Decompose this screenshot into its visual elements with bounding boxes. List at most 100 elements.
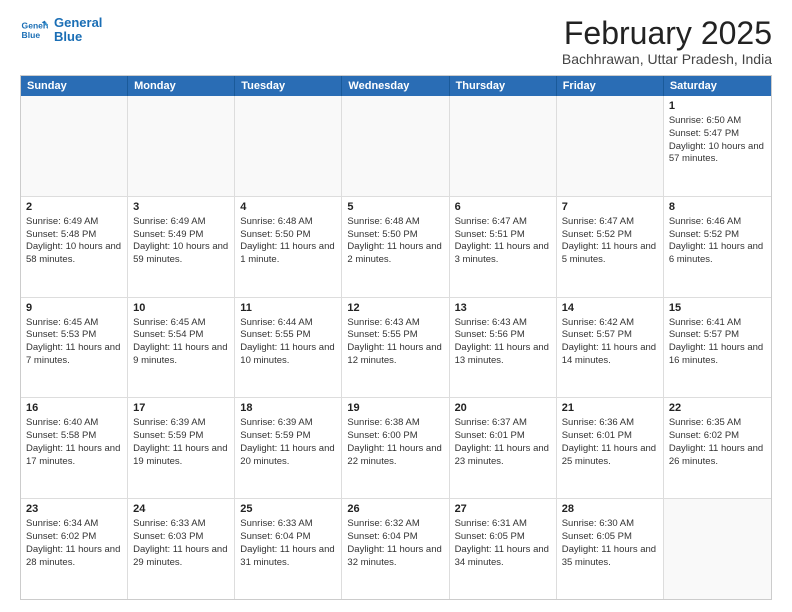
day-cell: 22Sunrise: 6:35 AMSunset: 6:02 PMDayligh…: [664, 398, 771, 498]
day-info: Sunrise: 6:32 AM: [347, 518, 443, 531]
day-number: 22: [669, 401, 766, 416]
day-cell: 11Sunrise: 6:44 AMSunset: 5:55 PMDayligh…: [235, 298, 342, 398]
day-number: 24: [133, 502, 229, 517]
day-cell: 4Sunrise: 6:48 AMSunset: 5:50 PMDaylight…: [235, 197, 342, 297]
day-info: Sunrise: 6:43 AM: [347, 317, 443, 330]
day-info: Sunrise: 6:34 AM: [26, 518, 122, 531]
day-info: Sunset: 6:02 PM: [669, 430, 766, 443]
day-info: Sunset: 5:55 PM: [240, 329, 336, 342]
empty-cell: [21, 96, 128, 196]
day-info: Sunrise: 6:33 AM: [240, 518, 336, 531]
day-info: Sunrise: 6:49 AM: [26, 216, 122, 229]
header: General Blue General Blue February 2025 …: [20, 16, 772, 67]
day-cell: 3Sunrise: 6:49 AMSunset: 5:49 PMDaylight…: [128, 197, 235, 297]
day-info: Sunset: 5:52 PM: [669, 229, 766, 242]
day-info: Sunset: 6:04 PM: [240, 531, 336, 544]
weekday-header: Wednesday: [342, 76, 449, 96]
day-cell: 2Sunrise: 6:49 AMSunset: 5:48 PMDaylight…: [21, 197, 128, 297]
day-number: 18: [240, 401, 336, 416]
day-info: Daylight: 11 hours and 10 minutes.: [240, 342, 336, 368]
day-info: Daylight: 11 hours and 16 minutes.: [669, 342, 766, 368]
calendar-row: 9Sunrise: 6:45 AMSunset: 5:53 PMDaylight…: [21, 298, 771, 399]
day-info: Daylight: 11 hours and 20 minutes.: [240, 443, 336, 469]
day-info: Sunrise: 6:42 AM: [562, 317, 658, 330]
day-cell: 25Sunrise: 6:33 AMSunset: 6:04 PMDayligh…: [235, 499, 342, 599]
day-info: Daylight: 11 hours and 29 minutes.: [133, 544, 229, 570]
day-number: 6: [455, 200, 551, 215]
day-number: 21: [562, 401, 658, 416]
day-number: 25: [240, 502, 336, 517]
day-number: 3: [133, 200, 229, 215]
day-info: Sunset: 5:50 PM: [240, 229, 336, 242]
day-info: Sunset: 6:01 PM: [455, 430, 551, 443]
day-info: Sunset: 5:58 PM: [26, 430, 122, 443]
day-info: Daylight: 11 hours and 23 minutes.: [455, 443, 551, 469]
day-info: Sunset: 6:03 PM: [133, 531, 229, 544]
day-cell: 9Sunrise: 6:45 AMSunset: 5:53 PMDaylight…: [21, 298, 128, 398]
day-info: Daylight: 11 hours and 5 minutes.: [562, 241, 658, 267]
day-info: Daylight: 11 hours and 12 minutes.: [347, 342, 443, 368]
day-info: Sunset: 6:01 PM: [562, 430, 658, 443]
day-number: 8: [669, 200, 766, 215]
day-info: Sunset: 6:05 PM: [455, 531, 551, 544]
day-cell: 10Sunrise: 6:45 AMSunset: 5:54 PMDayligh…: [128, 298, 235, 398]
day-info: Sunrise: 6:37 AM: [455, 417, 551, 430]
day-cell: 20Sunrise: 6:37 AMSunset: 6:01 PMDayligh…: [450, 398, 557, 498]
day-info: Daylight: 11 hours and 9 minutes.: [133, 342, 229, 368]
day-info: Sunset: 5:48 PM: [26, 229, 122, 242]
day-cell: 14Sunrise: 6:42 AMSunset: 5:57 PMDayligh…: [557, 298, 664, 398]
day-info: Daylight: 11 hours and 17 minutes.: [26, 443, 122, 469]
day-cell: 6Sunrise: 6:47 AMSunset: 5:51 PMDaylight…: [450, 197, 557, 297]
calendar: SundayMondayTuesdayWednesdayThursdayFrid…: [20, 75, 772, 600]
day-number: 15: [669, 301, 766, 316]
day-info: Sunrise: 6:44 AM: [240, 317, 336, 330]
day-info: Sunrise: 6:39 AM: [240, 417, 336, 430]
day-cell: 21Sunrise: 6:36 AMSunset: 6:01 PMDayligh…: [557, 398, 664, 498]
day-number: 17: [133, 401, 229, 416]
day-info: Daylight: 11 hours and 22 minutes.: [347, 443, 443, 469]
day-cell: 7Sunrise: 6:47 AMSunset: 5:52 PMDaylight…: [557, 197, 664, 297]
day-info: Sunrise: 6:47 AM: [562, 216, 658, 229]
title-block: February 2025 Bachhrawan, Uttar Pradesh,…: [562, 16, 772, 67]
day-info: Daylight: 11 hours and 28 minutes.: [26, 544, 122, 570]
page-subtitle: Bachhrawan, Uttar Pradesh, India: [562, 51, 772, 67]
day-info: Sunrise: 6:45 AM: [26, 317, 122, 330]
weekday-header: Friday: [557, 76, 664, 96]
day-cell: 16Sunrise: 6:40 AMSunset: 5:58 PMDayligh…: [21, 398, 128, 498]
day-info: Sunrise: 6:41 AM: [669, 317, 766, 330]
calendar-row: 16Sunrise: 6:40 AMSunset: 5:58 PMDayligh…: [21, 398, 771, 499]
day-info: Sunrise: 6:39 AM: [133, 417, 229, 430]
day-info: Daylight: 10 hours and 58 minutes.: [26, 241, 122, 267]
day-info: Daylight: 10 hours and 57 minutes.: [669, 141, 766, 167]
day-info: Daylight: 11 hours and 14 minutes.: [562, 342, 658, 368]
day-number: 7: [562, 200, 658, 215]
day-cell: 5Sunrise: 6:48 AMSunset: 5:50 PMDaylight…: [342, 197, 449, 297]
day-cell: 13Sunrise: 6:43 AMSunset: 5:56 PMDayligh…: [450, 298, 557, 398]
svg-text:Blue: Blue: [22, 30, 41, 40]
day-number: 5: [347, 200, 443, 215]
day-info: Sunrise: 6:38 AM: [347, 417, 443, 430]
logo-text-general: General: [54, 16, 102, 30]
day-info: Sunrise: 6:49 AM: [133, 216, 229, 229]
day-info: Sunset: 5:57 PM: [562, 329, 658, 342]
empty-cell: [664, 499, 771, 599]
day-info: Daylight: 11 hours and 26 minutes.: [669, 443, 766, 469]
empty-cell: [557, 96, 664, 196]
day-cell: 1Sunrise: 6:50 AMSunset: 5:47 PMDaylight…: [664, 96, 771, 196]
day-info: Daylight: 11 hours and 6 minutes.: [669, 241, 766, 267]
day-cell: 18Sunrise: 6:39 AMSunset: 5:59 PMDayligh…: [235, 398, 342, 498]
day-number: 20: [455, 401, 551, 416]
day-cell: 23Sunrise: 6:34 AMSunset: 6:02 PMDayligh…: [21, 499, 128, 599]
day-number: 16: [26, 401, 122, 416]
day-info: Sunset: 5:53 PM: [26, 329, 122, 342]
empty-cell: [235, 96, 342, 196]
day-info: Sunrise: 6:47 AM: [455, 216, 551, 229]
logo-text-blue: Blue: [54, 30, 102, 44]
day-cell: 27Sunrise: 6:31 AMSunset: 6:05 PMDayligh…: [450, 499, 557, 599]
day-number: 2: [26, 200, 122, 215]
day-number: 27: [455, 502, 551, 517]
day-info: Daylight: 11 hours and 2 minutes.: [347, 241, 443, 267]
weekday-header: Tuesday: [235, 76, 342, 96]
day-info: Daylight: 11 hours and 7 minutes.: [26, 342, 122, 368]
day-number: 14: [562, 301, 658, 316]
